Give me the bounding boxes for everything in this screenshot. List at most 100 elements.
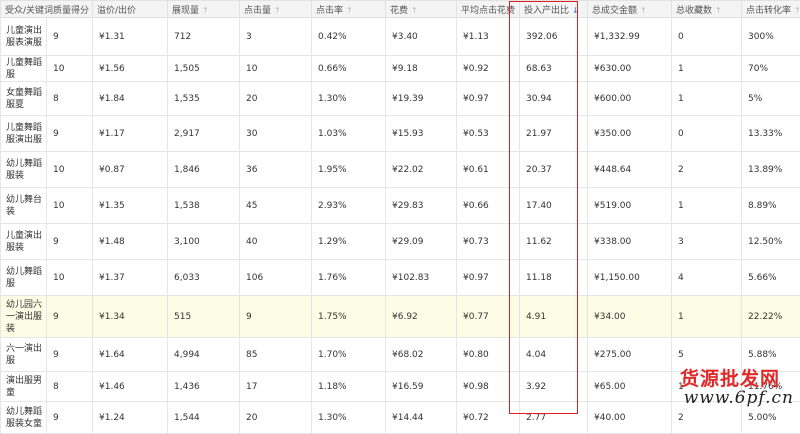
col-header-cost[interactable]: 花费↑ (386, 1, 457, 18)
table-row[interactable]: 儿童演出服装9¥1.483,100401.29%¥29.09¥0.7311.62… (1, 224, 800, 260)
cell-ctr: 1.70% (312, 338, 386, 372)
watermark-text: 货源批发网 (680, 364, 780, 391)
cell-roi: 392.06 (520, 18, 588, 56)
cell-total-sales: ¥448.64 (588, 152, 672, 188)
table-row[interactable]: 幼儿舞蹈服10¥1.376,0331061.76%¥102.83¥0.9711.… (1, 260, 800, 296)
cell-clicks: 10 (240, 56, 312, 82)
col-header-quality-score[interactable]: 受众/关键词质量得分 (1, 1, 93, 18)
cell-quality-score: 10 (47, 152, 93, 188)
cell-keyword[interactable]: 六一演出服 (1, 338, 47, 372)
cell-bid: ¥1.34 (93, 296, 168, 338)
sort-arrow-icon[interactable]: ↑ (411, 6, 418, 15)
col-header-bid[interactable]: 溢价/出价 (93, 1, 168, 18)
sort-arrow-icon[interactable]: ↑ (794, 6, 800, 15)
cell-avg-cpc: ¥0.80 (457, 338, 520, 372)
sort-arrow-icon[interactable]: ↑ (202, 6, 209, 15)
cell-avg-cpc: ¥0.72 (457, 402, 520, 434)
cell-quality-score: 8 (47, 82, 93, 116)
cell-clicks: 20 (240, 402, 312, 434)
table-row[interactable]: 幼儿舞台装10¥1.351,538452.93%¥29.83¥0.6617.40… (1, 188, 800, 224)
cell-total-sales: ¥519.00 (588, 188, 672, 224)
cell-clicks: 36 (240, 152, 312, 188)
table-row[interactable]: 幼儿舞蹈服装女童9¥1.241,544201.30%¥14.44¥0.722.7… (1, 402, 800, 434)
cell-total-sales: ¥34.00 (588, 296, 672, 338)
cell-quality-score: 9 (47, 338, 93, 372)
col-header-ctr[interactable]: 点击率↑ (312, 1, 386, 18)
cell-keyword[interactable]: 幼儿园六一演出服装 (1, 296, 47, 338)
cell-clicks: 45 (240, 188, 312, 224)
cell-impressions: 2,917 (168, 116, 240, 152)
cell-conversion-rate: 12.50% (742, 224, 800, 260)
cell-total-sales: ¥40.00 (588, 402, 672, 434)
cell-roi: 11.62 (520, 224, 588, 260)
cell-keyword[interactable]: 幼儿舞蹈服 (1, 260, 47, 296)
cell-keyword[interactable]: 女童舞蹈服夏 (1, 82, 47, 116)
cell-quality-score: 9 (47, 402, 93, 434)
sort-arrow-icon[interactable]: ↑ (715, 6, 722, 15)
cell-cost: ¥68.02 (386, 338, 457, 372)
sort-arrow-icon[interactable]: ↑ (640, 6, 647, 15)
cell-impressions: 3,100 (168, 224, 240, 260)
cell-clicks: 40 (240, 224, 312, 260)
cell-cost: ¥102.83 (386, 260, 457, 296)
cell-total-sales: ¥1,332.99 (588, 18, 672, 56)
cell-impressions: 1,505 (168, 56, 240, 82)
col-header-clicks[interactable]: 点击量↑ (240, 1, 312, 18)
cell-impressions: 4,994 (168, 338, 240, 372)
cell-keyword[interactable]: 演出服男童 (1, 372, 47, 402)
sort-arrow-icon[interactable]: ↑ (274, 6, 281, 15)
cell-total-sales: ¥350.00 (588, 116, 672, 152)
cell-quality-score: 10 (47, 56, 93, 82)
col-header-impressions[interactable]: 展现量↑ (168, 1, 240, 18)
cell-impressions: 1,436 (168, 372, 240, 402)
cell-impressions: 1,544 (168, 402, 240, 434)
cell-cost: ¥22.02 (386, 152, 457, 188)
cell-bid: ¥1.48 (93, 224, 168, 260)
table-row[interactable]: 幼儿舞蹈服装10¥0.871,846361.95%¥22.02¥0.6120.3… (1, 152, 800, 188)
cell-keyword[interactable]: 儿童演出服装 (1, 224, 47, 260)
cell-bid: ¥1.37 (93, 260, 168, 296)
table-row[interactable]: 女童舞蹈服夏8¥1.841,535201.30%¥19.39¥0.9730.94… (1, 82, 800, 116)
cell-avg-cpc: ¥0.73 (457, 224, 520, 260)
cell-avg-cpc: ¥0.53 (457, 116, 520, 152)
cell-clicks: 9 (240, 296, 312, 338)
sort-desc-active-icon[interactable]: ↓ (572, 6, 579, 15)
col-header-avg-cpc[interactable]: 平均点击花费↑ (457, 1, 520, 18)
cell-keyword[interactable]: 儿童舞蹈服演出服 (1, 116, 47, 152)
cell-bid: ¥1.56 (93, 56, 168, 82)
cell-bid: ¥1.17 (93, 116, 168, 152)
col-header-conversion-rate[interactable]: 点击转化率↑ (742, 1, 800, 18)
cell-quality-score: 10 (47, 260, 93, 296)
cell-bid: ¥1.35 (93, 188, 168, 224)
table-row[interactable]: 儿童演出服表演服9¥1.3171230.42%¥3.40¥1.13392.06¥… (1, 18, 800, 56)
cell-conversion-rate: 13.89% (742, 152, 800, 188)
cell-roi: 4.91 (520, 296, 588, 338)
cell-conversion-rate: 8.89% (742, 188, 800, 224)
cell-cost: ¥14.44 (386, 402, 457, 434)
table-row[interactable]: 幼儿园六一演出服装9¥1.3451591.75%¥6.92¥0.774.91¥3… (1, 296, 800, 338)
cell-cost: ¥29.83 (386, 188, 457, 224)
cell-conversion-rate: 22.22% (742, 296, 800, 338)
cell-keyword[interactable]: 幼儿舞台装 (1, 188, 47, 224)
sort-arrow-icon[interactable]: ↑ (346, 6, 353, 15)
col-header-roi[interactable]: 投入产出比↓ (520, 1, 588, 18)
table-row[interactable]: 儿童舞蹈服演出服9¥1.172,917301.03%¥15.93¥0.5321.… (1, 116, 800, 152)
cell-quality-score: 9 (47, 296, 93, 338)
cell-conversion-rate: 300% (742, 18, 800, 56)
cell-total-sales: ¥630.00 (588, 56, 672, 82)
col-header-total-sales[interactable]: 总成交金额↑ (588, 1, 672, 18)
cell-keyword[interactable]: 儿童舞蹈服 (1, 56, 47, 82)
cell-cost: ¥15.93 (386, 116, 457, 152)
cell-favorites: 2 (672, 152, 742, 188)
cell-keyword[interactable]: 幼儿舞蹈服装女童 (1, 402, 47, 434)
cell-ctr: 1.95% (312, 152, 386, 188)
cell-avg-cpc: ¥0.66 (457, 188, 520, 224)
table-row[interactable]: 儿童舞蹈服10¥1.561,505100.66%¥9.18¥0.9268.63¥… (1, 56, 800, 82)
cell-favorites: 1 (672, 56, 742, 82)
cell-keyword[interactable]: 幼儿舞蹈服装 (1, 152, 47, 188)
cell-ctr: 1.30% (312, 82, 386, 116)
cell-favorites: 0 (672, 18, 742, 56)
cell-clicks: 3 (240, 18, 312, 56)
col-header-favorites[interactable]: 总收藏数↑ (672, 1, 742, 18)
cell-keyword[interactable]: 儿童演出服表演服 (1, 18, 47, 56)
